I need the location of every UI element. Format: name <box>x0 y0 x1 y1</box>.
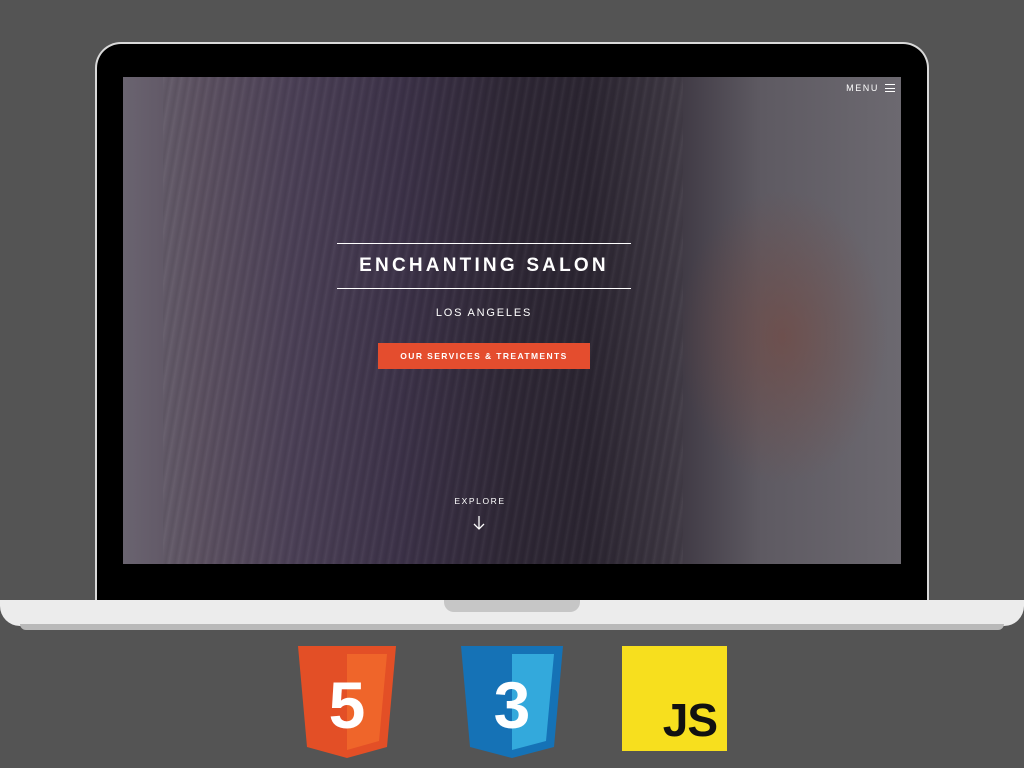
menu-label: MENU <box>846 83 879 93</box>
hero-subtitle: LOS ANGELES <box>435 307 533 319</box>
hero-image <box>163 77 683 564</box>
html5-logo: 5 <box>298 646 396 758</box>
arrow-down-icon[interactable] <box>472 515 486 531</box>
hamburger-icon <box>885 84 895 92</box>
html5-digit: 5 <box>329 668 366 742</box>
css3-logo: 3 <box>461 646 563 758</box>
laptop-notch <box>444 600 580 612</box>
js-logo: JS <box>622 646 727 751</box>
services-button[interactable]: OUR SERVICES & TREATMENTS <box>378 343 590 369</box>
website-hero: MENU ENCHANTING SALON LOS ANGELES OUR SE… <box>123 77 901 564</box>
hero-title-frame: ENCHANTING SALON <box>337 243 631 289</box>
js-logo-text: JS <box>662 694 718 746</box>
menu-button[interactable]: MENU <box>846 83 895 93</box>
hero-title: ENCHANTING SALON <box>359 255 609 276</box>
css3-digit: 3 <box>494 668 531 742</box>
laptop-base-shadow <box>20 624 1004 630</box>
explore-label: EXPLORE <box>454 496 506 506</box>
